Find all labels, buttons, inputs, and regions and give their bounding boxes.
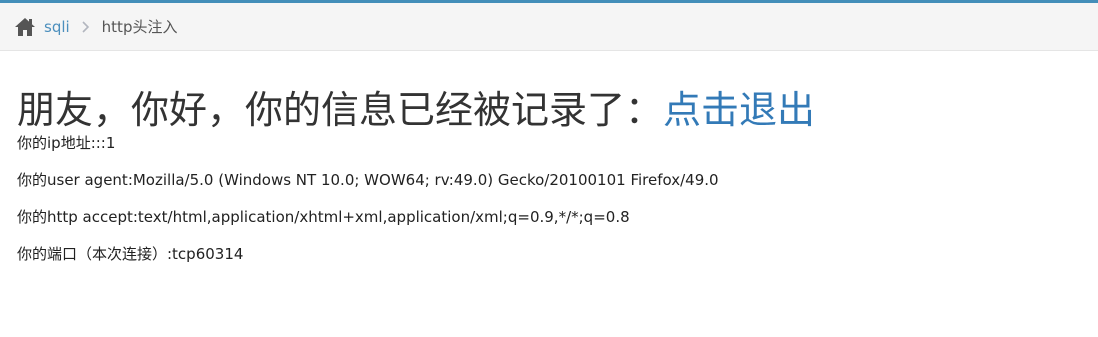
logout-link[interactable]: 点击退出 (663, 88, 815, 132)
info-user-agent: 你的user agent:Mozilla/5.0 (Windows NT 10.… (17, 171, 719, 189)
breadcrumb-current: http头注入 (101, 18, 178, 36)
main-content: 朋友，你好，你的信息已经被记录了：点击退出 你的ip地址:::1 你的user … (0, 51, 1098, 264)
info-port: 你的端口（本次连接）:tcp60314 (17, 245, 244, 263)
breadcrumb: sqli http头注入 (0, 3, 1098, 51)
info-http-accept: 你的http accept:text/html,application/xhtm… (17, 208, 630, 226)
headline-text: 朋友，你好，你的信息已经被记录了： (17, 88, 664, 132)
home-icon[interactable] (14, 17, 36, 37)
page-title: 朋友，你好，你的信息已经被记录了：点击退出 (17, 83, 1098, 137)
chevron-right-icon (81, 18, 91, 36)
breadcrumb-link-sqli[interactable]: sqli (44, 18, 70, 36)
